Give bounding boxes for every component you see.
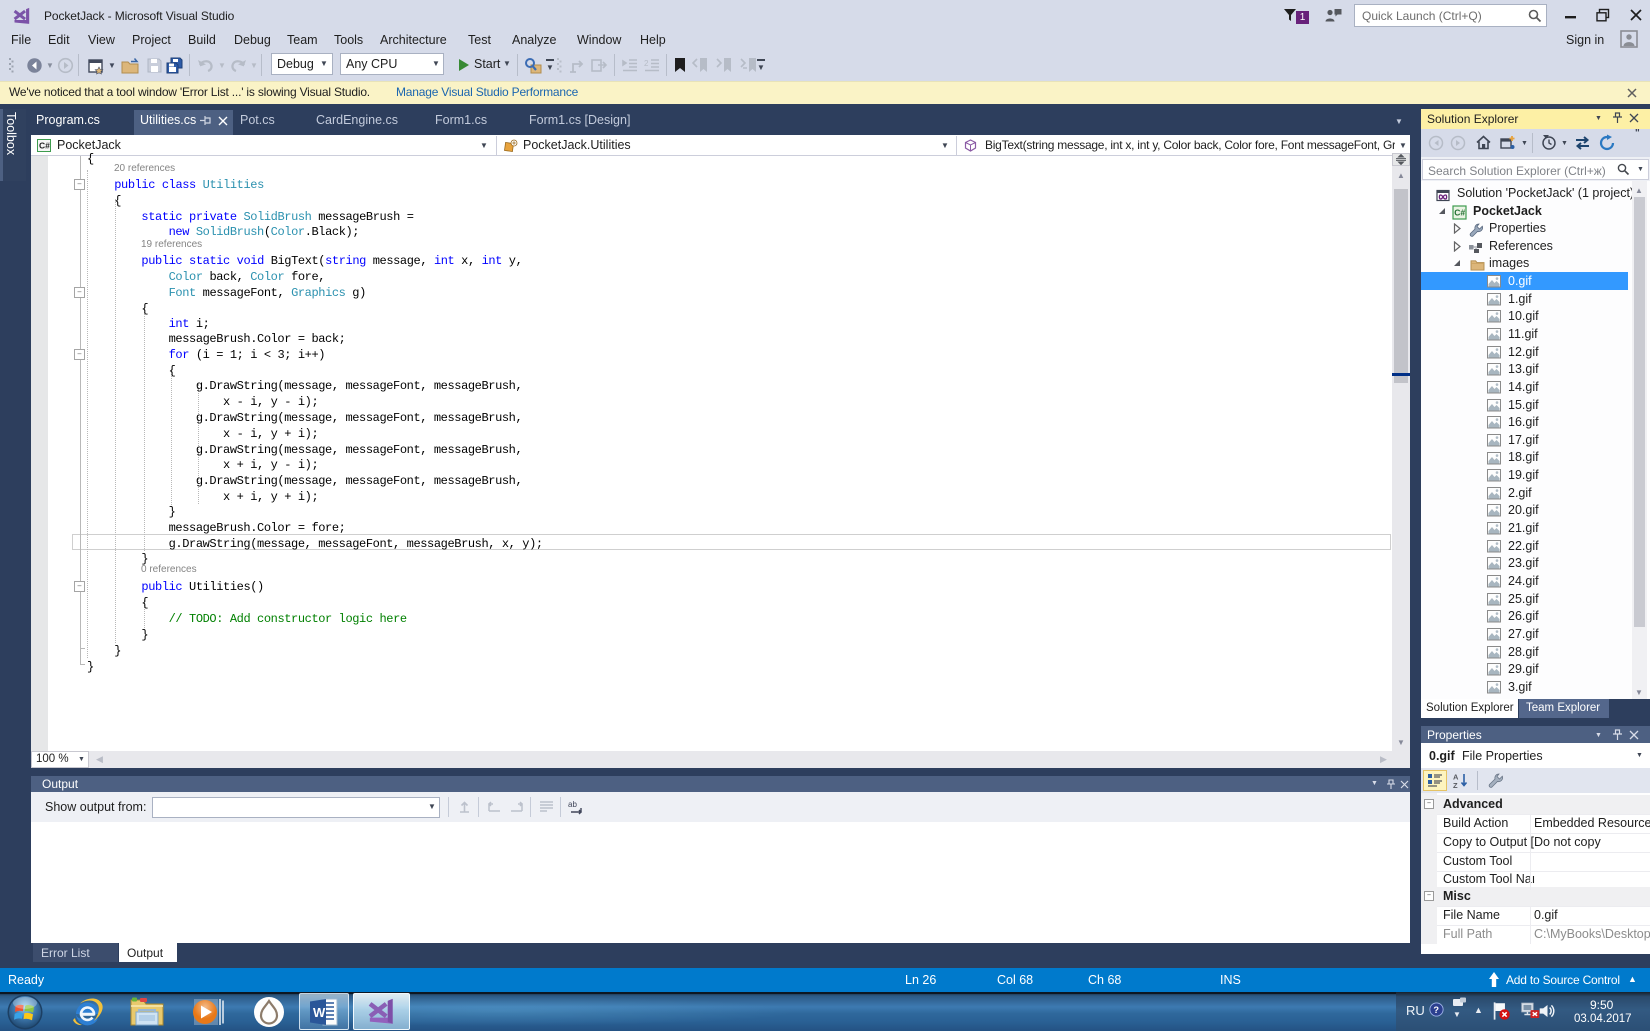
svg-text:C#: C# bbox=[39, 141, 50, 151]
svg-text:ab: ab bbox=[568, 800, 577, 809]
svg-text:2: 2 bbox=[644, 59, 649, 68]
svg-text:Z: Z bbox=[1453, 781, 1458, 789]
svg-text:W: W bbox=[313, 1005, 326, 1020]
svg-text:C#: C# bbox=[1454, 208, 1465, 218]
svg-text:?: ? bbox=[1433, 1005, 1439, 1015]
